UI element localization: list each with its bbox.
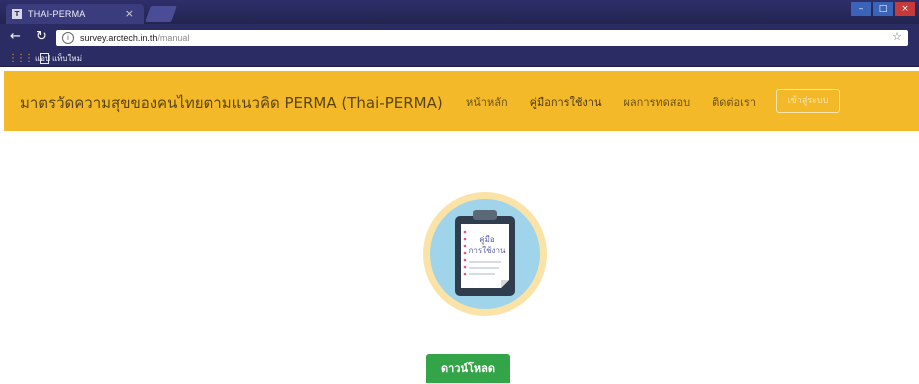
back-arrow-icon[interactable]: ← [10,29,21,44]
tab-title: THAI-PERMA [28,9,86,19]
bookmark-new-tab[interactable]: แท็บใหม่ [40,52,82,65]
apps-grid-icon: ⋮⋮⋮ [8,53,34,64]
window-controls: – □ × [851,2,915,16]
url-host: survey.arctech.in.th [80,33,158,43]
clipboard-paper [461,224,509,288]
site-navbar: มาตรวัดความสุขของคนไทยตามแนวคิด PERMA (T… [4,71,919,131]
nav-link-manual[interactable]: คู่มือการใช้งาน [530,93,602,111]
minimize-button[interactable]: – [851,2,871,16]
page-icon [40,53,49,64]
site-brand[interactable]: มาตรวัดความสุขของคนไทยตามแนวคิด PERMA (T… [20,91,443,115]
manual-clipboard-icon: คู่มือ การใช้งาน [423,192,547,316]
new-tab-button[interactable] [145,6,177,22]
download-button[interactable]: ดาวน์โหลด [426,354,510,383]
browser-tab-strip: T THAI-PERMA × – □ × [0,0,919,24]
reload-icon[interactable]: ↻ [36,29,47,44]
address-bar[interactable]: i survey.arctech.in.th /manual ☆ [56,30,908,46]
clipboard-clip [473,210,497,220]
info-icon[interactable]: i [62,32,74,44]
close-window-button[interactable]: × [895,2,915,16]
login-button[interactable]: เข้าสู่ระบบ [776,89,840,113]
nav-link-results[interactable]: ผลการทดสอบ [623,93,690,111]
bookmark-star-icon[interactable]: ☆ [892,30,902,43]
bookmark-label: แท็บใหม่ [52,54,82,63]
browser-tab[interactable]: T THAI-PERMA × [6,4,144,24]
manual-title-line1: คู่มือ [479,235,495,245]
maximize-button[interactable]: □ [873,2,893,16]
tab-close-icon[interactable]: × [125,7,134,20]
nav-link-home[interactable]: หน้าหลัก [466,93,508,111]
bookmarks-bar: ⋮⋮⋮ แอป แท็บใหม่ [0,50,919,67]
nav-links: หน้าหลัก คู่มือการใช้งาน ผลการทดสอบ ติดต… [466,93,756,111]
manual-title-line2: การใช้งาน [469,246,506,255]
nav-link-contact[interactable]: ติดต่อเรา [712,93,756,111]
favicon-icon: T [12,9,22,19]
url-path: /manual [157,33,190,43]
